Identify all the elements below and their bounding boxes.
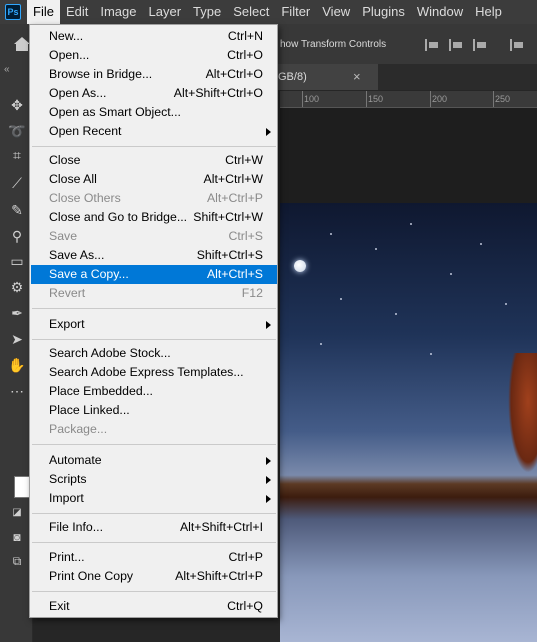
menu-item-close-and-go-to-bridge[interactable]: Close and Go to Bridge... Shift+Ctrl+W (31, 208, 277, 227)
menu-separator (32, 591, 276, 592)
menu-separator (32, 339, 276, 340)
menu-item-package: Package... (49, 422, 108, 436)
submenu-arrow-icon (266, 321, 271, 329)
document-tab-label: GB/8) (278, 71, 307, 83)
eyedropper-icon[interactable]: ⟋ (8, 174, 26, 192)
menu-view[interactable]: View (316, 0, 356, 24)
ruler-tick: 250 (495, 94, 511, 104)
stamp-icon[interactable]: ⚲ (8, 227, 26, 245)
autumn-tree (508, 353, 537, 473)
collapse-panel-icon[interactable]: « (4, 64, 10, 75)
menu-item-exit[interactable]: Exit Ctrl+Q (31, 597, 277, 616)
menu-window[interactable]: Window (411, 0, 469, 24)
menu-item-save-a-copy[interactable]: Save a Copy... Alt+Ctrl+S (31, 265, 277, 284)
menu-separator (32, 444, 276, 445)
menu-item-open-as-smart-object[interactable]: Open as Smart Object... (31, 103, 277, 122)
align-center-icon[interactable] (449, 39, 463, 51)
submenu-arrow-icon (266, 128, 271, 136)
submenu-arrow-icon (266, 457, 271, 465)
menu-bar: Ps File Edit Image Layer Type Select Fil… (0, 0, 537, 24)
menu-item-open[interactable]: Open... Ctrl+O (31, 46, 277, 65)
align-right-icon[interactable] (473, 39, 487, 51)
menu-item-import[interactable]: Import (31, 489, 277, 508)
menu-item-open-recent[interactable]: Open Recent (31, 122, 277, 141)
menu-item-revert: Revert F12 (49, 286, 263, 300)
menu-help[interactable]: Help (469, 0, 508, 24)
distribute-icon[interactable] (510, 39, 524, 51)
quick-mask-icon[interactable]: ◙ (8, 528, 26, 546)
ruler-tick: 150 (368, 94, 384, 104)
menu-item-print-one-copy[interactable]: Print One Copy Alt+Shift+Ctrl+P (31, 567, 277, 586)
menu-item-automate[interactable]: Automate (31, 451, 277, 470)
menu-item-place-embedded[interactable]: Place Embedded... (31, 382, 277, 401)
menu-item-close-others: Close Others Alt+Ctrl+P (49, 191, 263, 205)
more-icon[interactable]: ⋯ (8, 382, 26, 400)
align-left-icon[interactable] (425, 39, 439, 51)
horizontal-ruler: 100 150 200 250 (280, 91, 537, 108)
menu-layer[interactable]: Layer (143, 0, 188, 24)
select-arrow-icon[interactable]: ➤ (8, 330, 26, 348)
menu-item-close[interactable]: Close Ctrl+W (31, 151, 277, 170)
submenu-arrow-icon (266, 476, 271, 484)
menu-item-new[interactable]: New... Ctrl+N (31, 27, 277, 46)
menu-item-close-all[interactable]: Close All Alt+Ctrl+W (31, 170, 277, 189)
menu-image[interactable]: Image (94, 0, 142, 24)
pen-icon[interactable]: ✒ (8, 304, 26, 322)
menu-plugins[interactable]: Plugins (356, 0, 411, 24)
menu-select[interactable]: Select (227, 0, 275, 24)
ruler-tick: 100 (304, 94, 320, 104)
crop-icon[interactable]: ⌗ (8, 146, 26, 164)
menu-separator (32, 542, 276, 543)
menu-separator (32, 308, 276, 309)
photoshop-logo: Ps (5, 4, 21, 20)
submenu-arrow-icon (266, 495, 271, 503)
lasso-icon[interactable]: ➰ (8, 122, 26, 140)
menu-item-browse-in-bridge[interactable]: Browse in Bridge... Alt+Ctrl+O (31, 65, 277, 84)
close-icon[interactable]: × (353, 69, 361, 84)
menu-item-place-linked[interactable]: Place Linked... (31, 401, 277, 420)
gradient-icon[interactable]: ▭ (8, 252, 26, 270)
menu-file[interactable]: File (27, 0, 60, 24)
move-icon[interactable]: ✥ (8, 96, 26, 114)
foreground-color-swatch[interactable] (14, 476, 30, 498)
ruler-tick: 200 (432, 94, 448, 104)
menu-item-save-as[interactable]: Save As... Shift+Ctrl+S (31, 246, 277, 265)
brush-icon[interactable]: ✎ (8, 201, 26, 219)
document-image[interactable] (280, 203, 537, 642)
menu-separator (32, 513, 276, 514)
menu-item-save: Save Ctrl+S (49, 229, 263, 243)
menu-item-export[interactable]: Export (31, 315, 277, 334)
menu-item-open-as[interactable]: Open As... Alt+Shift+Ctrl+O (31, 84, 277, 103)
menu-item-search-adobe-express-templates[interactable]: Search Adobe Express Templates... (31, 363, 277, 382)
swap-colors-icon[interactable]: ◪ (8, 504, 26, 522)
menu-type[interactable]: Type (187, 0, 227, 24)
menu-separator (32, 146, 276, 147)
file-menu-dropdown: New... Ctrl+N Open... Ctrl+O Browse in Bri… (29, 24, 278, 618)
menu-item-scripts[interactable]: Scripts (31, 470, 277, 489)
document-tab[interactable]: GB/8) (278, 64, 378, 90)
hand-icon[interactable]: ✋ (8, 356, 26, 374)
menu-item-search-adobe-stock[interactable]: Search Adobe Stock... (31, 344, 277, 363)
screen-mode-icon[interactable]: ⧉ (8, 552, 26, 570)
menu-item-file-info[interactable]: File Info... Alt+Shift+Ctrl+I (31, 518, 277, 537)
menu-edit[interactable]: Edit (60, 0, 94, 24)
show-transform-controls-label[interactable]: how Transform Controls (280, 39, 386, 50)
dodge-icon[interactable]: ⚙ (8, 278, 26, 296)
canvas-pasteboard (280, 108, 537, 203)
moon (294, 260, 306, 272)
menu-item-print[interactable]: Print... Ctrl+P (31, 548, 277, 567)
menu-filter[interactable]: Filter (275, 0, 316, 24)
